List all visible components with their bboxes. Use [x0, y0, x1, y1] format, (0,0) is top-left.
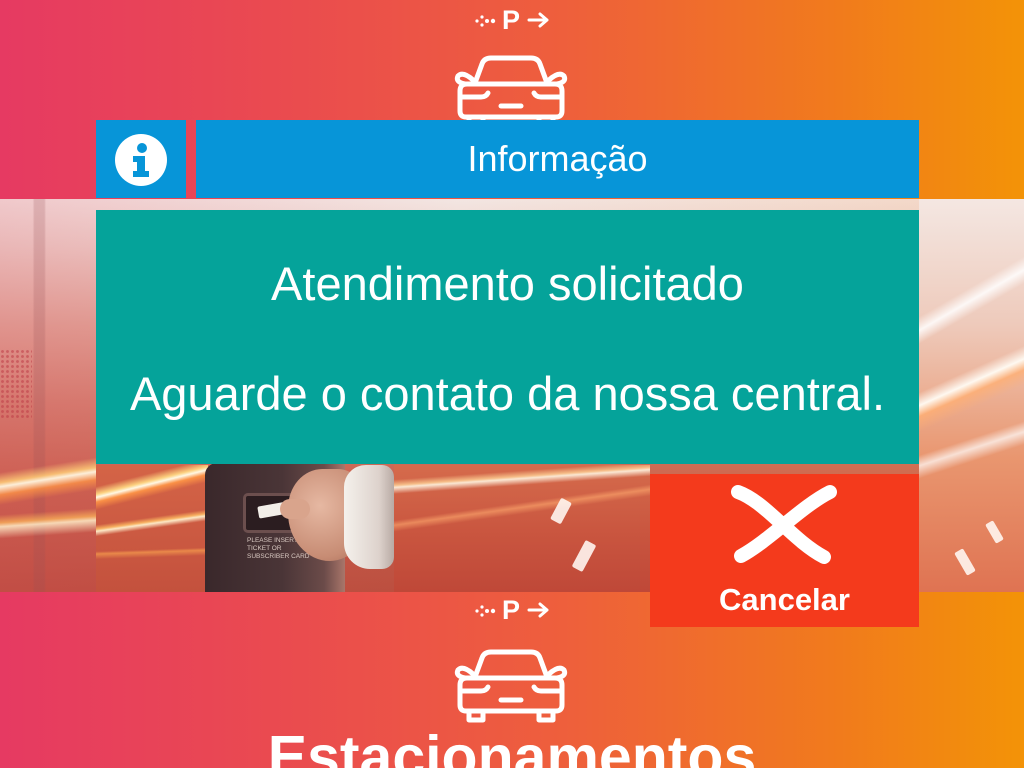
- shirt-cuff: [344, 465, 394, 569]
- kiosk-screen: PLEASE INSERT TICKET OR SUBSCRIBER CARD …: [0, 0, 1024, 768]
- brand-name: Estacionamentos: [267, 728, 757, 768]
- cancel-button-label: Cancelar: [719, 582, 850, 617]
- brand-logo-bottom: P: [472, 596, 552, 624]
- dialog-message-body: Aguarde o contato da nossa central.: [129, 367, 886, 420]
- brand-logo-top: P: [472, 6, 552, 34]
- cancel-button[interactable]: Cancelar: [650, 474, 919, 627]
- dialog-message-panel: Atendimento solicitado Aguarde o contato…: [96, 210, 919, 464]
- dialog-title-bar: Informação: [196, 120, 919, 198]
- info-icon: [115, 134, 167, 186]
- logo-letter: P: [502, 5, 521, 35]
- photo-right-road: [919, 199, 1024, 592]
- photo-light-streaks: [96, 465, 208, 592]
- dialog-title: Informação: [467, 138, 648, 179]
- dialog-message-heading: Atendimento solicitado: [271, 257, 744, 310]
- close-icon: [731, 485, 837, 564]
- arrow-right-icon: [527, 12, 549, 28]
- fingers: [280, 499, 310, 519]
- photo-road: [394, 465, 650, 592]
- dots-icon: [475, 605, 496, 617]
- photo-led-panel: [0, 349, 32, 419]
- dots-icon: [475, 15, 496, 27]
- logo-letter: P: [502, 595, 521, 625]
- car-icon: [454, 649, 568, 723]
- arrow-right-icon: [527, 602, 549, 618]
- info-icon-box: [96, 120, 186, 198]
